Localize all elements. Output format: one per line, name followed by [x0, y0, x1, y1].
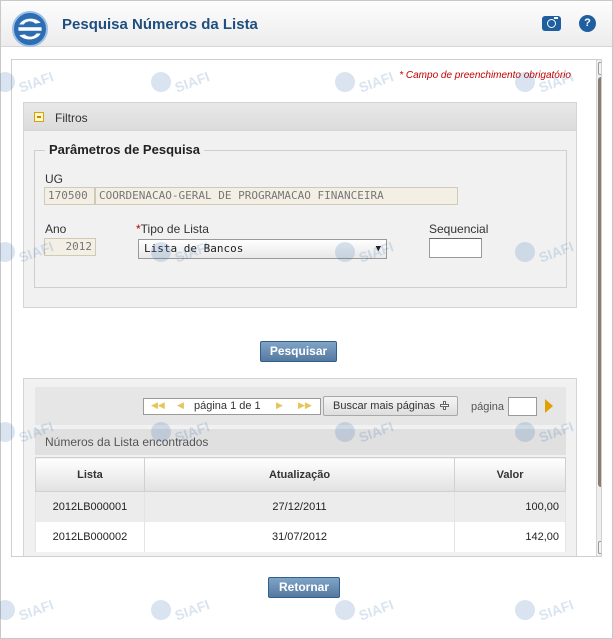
scrollbar-thumb[interactable] — [598, 77, 601, 487]
dropdown-arrow-icon: ▼ — [375, 244, 381, 254]
cell-valor: 100,00 — [454, 491, 566, 522]
go-arrow-icon[interactable] — [545, 399, 553, 413]
prev-page-icon[interactable]: ◀ — [177, 400, 184, 411]
app-window: Pesquisa Números da Lista ? * Campo de p… — [0, 0, 613, 639]
search-params-legend: Parâmetros de Pesquisa — [45, 142, 205, 157]
title-bar: Pesquisa Números da Lista ? — [1, 1, 612, 47]
page-indicator: página 1 de 1 — [194, 400, 261, 412]
cell-atualizacao: 31/07/2012 — [143, 521, 456, 552]
tipo-lista-label-text: Tipo de Lista — [140, 222, 209, 236]
scroll-up-icon[interactable]: ▲ — [598, 62, 601, 75]
content-scroll-area[interactable]: * Campo de preenchimento obrigatório Fil… — [11, 59, 602, 557]
filters-title: Filtros — [55, 111, 88, 125]
ano-field: 2012 — [44, 238, 96, 256]
ug-label: UG — [45, 172, 63, 186]
plus-icon — [440, 401, 449, 410]
sequencial-input[interactable] — [429, 238, 482, 258]
camera-icon[interactable] — [542, 16, 561, 31]
page-title: Pesquisa Números da Lista — [62, 16, 258, 33]
help-icon[interactable]: ? — [579, 15, 596, 32]
ug-name-field: COORDENACAO-GERAL DE PROGRAMACAO FINANCE… — [95, 187, 458, 205]
required-field-note: * Campo de preenchimento obrigatório — [399, 70, 571, 81]
table-row[interactable]: 2012LB000002 31/07/2012 142,00 — [35, 521, 566, 552]
search-button[interactable]: Pesquisar — [260, 341, 337, 362]
page-input-label: página — [471, 401, 505, 413]
tipo-lista-selected: Lista de Bancos — [144, 242, 244, 255]
siafi-watermark-icon: SIAFI — [333, 596, 396, 624]
column-header-lista[interactable]: Lista — [35, 457, 145, 492]
siafi-watermark-icon: SIAFI — [149, 596, 212, 624]
load-more-label: Buscar mais páginas — [333, 400, 436, 412]
svg-text:SIAFI: SIAFI — [17, 597, 55, 623]
cell-lista: 2012LB000002 — [35, 521, 145, 552]
page-number-input[interactable] — [508, 397, 537, 416]
load-more-pages-button[interactable]: Buscar mais páginas — [323, 396, 458, 416]
filters-panel: Filtros Parâmetros de Pesquisa UG 170500… — [23, 102, 577, 308]
ug-code-field: 170500 — [44, 187, 95, 205]
column-header-atualizacao[interactable]: Atualização — [143, 457, 456, 492]
next-page-icon[interactable]: ▶ — [276, 400, 283, 411]
siafi-watermark-icon: SIAFI — [0, 596, 56, 624]
column-header-valor[interactable]: Valor — [454, 457, 566, 492]
sequencial-label: Sequencial — [429, 222, 489, 236]
tipo-lista-label: *Tipo de Lista — [136, 222, 209, 236]
results-table: Lista Atualização Valor 2012LB000001 27/… — [35, 457, 566, 552]
svg-text:SIAFI: SIAFI — [357, 597, 395, 623]
tipo-lista-select[interactable]: Lista de Bancos ▼ — [138, 239, 387, 259]
cell-valor: 142,00 — [454, 521, 566, 552]
first-page-icon[interactable]: ◀◀ — [151, 400, 165, 411]
svg-text:SIAFI: SIAFI — [537, 597, 575, 623]
vertical-scrollbar[interactable]: ▲ ▼ — [596, 60, 601, 556]
collapse-icon[interactable] — [34, 112, 44, 122]
pagination-bar: ◀◀ ◀ página 1 de 1 ▶ ▶▶ Buscar mais pági… — [35, 387, 566, 425]
cell-atualizacao: 27/12/2011 — [143, 491, 456, 522]
return-button[interactable]: Retornar — [268, 577, 340, 598]
ano-label: Ano — [45, 222, 67, 236]
search-params-fieldset: Parâmetros de Pesquisa UG 170500 COORDEN… — [34, 142, 567, 288]
siafi-logo-icon — [12, 11, 48, 47]
results-panel: ◀◀ ◀ página 1 de 1 ▶ ▶▶ Buscar mais pági… — [23, 378, 577, 556]
table-header-row: Lista Atualização Valor — [35, 457, 566, 492]
siafi-watermark-icon: SIAFI — [513, 596, 576, 624]
scroll-down-icon[interactable]: ▼ — [598, 541, 601, 554]
svg-text:SIAFI: SIAFI — [173, 597, 211, 623]
results-title: Números da Lista encontrados — [35, 429, 566, 455]
filters-header[interactable]: Filtros — [24, 103, 576, 131]
table-row[interactable]: 2012LB000001 27/12/2011 100,00 — [35, 491, 566, 522]
pagination-box: ◀◀ ◀ página 1 de 1 ▶ ▶▶ — [143, 398, 321, 415]
last-page-icon[interactable]: ▶▶ — [298, 400, 312, 411]
cell-lista: 2012LB000001 — [35, 491, 145, 522]
